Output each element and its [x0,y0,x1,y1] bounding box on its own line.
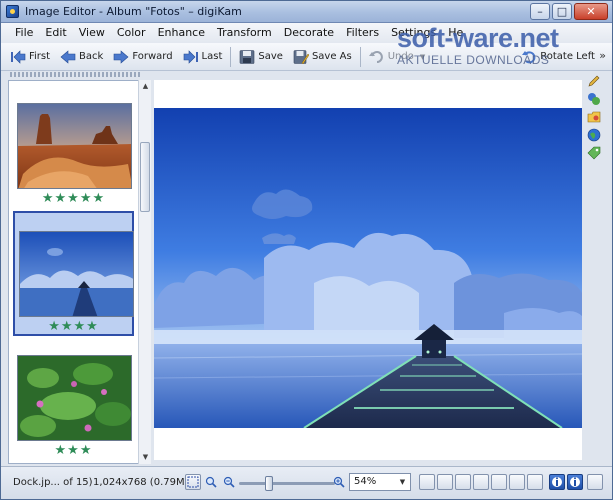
toolbar-separator [359,46,361,67]
menu-bar: File Edit View Color Enhance Transform D… [1,23,612,43]
zoom-level-select[interactable]: 54% ▼ [349,473,411,491]
first-label: First [29,51,51,62]
digikam-icon [6,5,19,18]
menu-help[interactable]: He [442,23,469,43]
view-mode-button-4[interactable] [473,474,489,490]
fit-to-window-button[interactable] [185,474,201,490]
menu-color[interactable]: Color [111,23,152,43]
zoom-out-icon[interactable] [223,476,235,488]
thumbnail-rating[interactable]: ★★★ [13,443,134,458]
thumbnail-panel: ★★★★★ ★★★★ ★★★ [8,80,151,464]
folder-icon[interactable] [587,110,601,124]
save-button[interactable]: Save [234,45,288,69]
menu-file[interactable]: File [9,23,39,43]
undo-label: Undo [387,51,414,62]
toolbar-separator [230,46,232,67]
menu-view[interactable]: View [73,23,111,43]
maximize-button[interactable]: □ [552,3,572,20]
close-button[interactable]: ✕ [574,3,608,20]
save-as-button[interactable]: Save As [288,45,357,69]
pencil-icon[interactable] [587,74,601,88]
window-controls: – □ ✕ [530,3,608,20]
menu-settings[interactable]: Settings [385,23,442,43]
arrow-left-icon [60,49,76,64]
thumbnail-desert[interactable]: ★★★★★ [13,99,134,209]
window-title: Image Editor - Album "Fotos" – digiKam [25,5,242,18]
last-label: Last [201,51,223,62]
image-editor-window: Image Editor - Album "Fotos" – digiKam –… [0,0,613,500]
view-mode-button-6[interactable] [509,474,525,490]
forward-button[interactable]: Forward [108,45,177,69]
save-label: Save [258,51,283,62]
thumbnail-image [17,355,132,441]
menu-decorate[interactable]: Decorate [278,23,340,43]
zoom-slider-handle[interactable] [265,476,273,491]
rotate-left-label: Rotate Left [540,51,595,62]
thumbnail-dock[interactable]: ★★★★ [13,211,134,336]
main-photo[interactable] [154,108,582,428]
first-button[interactable]: First [5,45,55,69]
toolbar-overflow-button[interactable]: » [599,49,606,62]
image-canvas[interactable] [154,80,582,460]
thumbnail-flowers[interactable]: ★★★ [13,351,134,461]
title-bar[interactable]: Image Editor - Album "Fotos" – digiKam –… [1,1,612,23]
menu-enhance[interactable]: Enhance [152,23,211,43]
status-extra-button[interactable] [587,474,603,490]
rotate-left-button[interactable]: Rotate Left [516,45,600,69]
floppy-pencil-icon [293,49,309,64]
scroll-thumb[interactable] [140,142,150,212]
view-mode-button-2[interactable] [437,474,453,490]
arrow-right-icon [113,49,129,64]
thumbnail-scrollbar[interactable]: ▲ ▼ [138,80,151,464]
menu-filters[interactable]: Filters [340,23,385,43]
main-toolbar: First Back Forward Last Save Save As Und… [1,43,612,71]
menu-transform[interactable]: Transform [211,23,278,43]
rotate-left-icon [521,50,537,64]
forward-label: Forward [132,51,173,62]
scroll-down-button[interactable]: ▼ [139,451,152,464]
fit-window-icon [187,476,199,488]
floppy-icon [239,49,255,64]
view-mode-button-5[interactable] [491,474,507,490]
view-mode-button-1[interactable] [419,474,435,490]
underexposure-indicator-button[interactable] [549,474,565,490]
thumbnail-image [19,231,134,317]
back-label: Back [79,51,104,62]
view-mode-button-7[interactable] [527,474,543,490]
status-bar: Dock.jp... of 15) 1,024x768 (0.79Mpx) 54… [1,466,612,499]
info-icon [570,477,580,487]
info-icon [552,477,562,487]
thumbnail-rating[interactable]: ★★★★ [15,319,132,334]
arrow-right-bar-icon [183,49,199,64]
chevron-down-icon[interactable]: ▼ [420,53,425,61]
zoom-in-icon[interactable] [333,476,345,488]
undo-button[interactable]: Undo ▼ [364,45,431,69]
zoom-slider[interactable] [239,476,335,491]
thumbnail-rating[interactable]: ★★★★★ [13,191,134,206]
back-button[interactable]: Back [55,45,108,69]
zoom-level-value: 54% [354,476,377,487]
scroll-up-button[interactable]: ▲ [139,80,152,93]
zoom-in-icon[interactable] [205,476,217,488]
thumbnail-image [17,103,132,189]
chevron-down-icon: ▼ [399,478,406,486]
last-button[interactable]: Last [178,45,228,69]
status-filename: Dock.jp... of 15) [13,477,93,488]
tag-icon[interactable] [587,146,601,160]
color-picker-icon[interactable] [587,92,601,106]
save-as-label: Save As [311,51,352,62]
view-mode-button-3[interactable] [455,474,471,490]
menu-edit[interactable]: Edit [39,23,72,43]
undo-icon [368,50,385,64]
overexposure-indicator-button[interactable] [567,474,583,490]
right-tool-strip [584,72,606,162]
globe-icon[interactable] [587,128,601,142]
minimize-button[interactable]: – [530,3,550,20]
thumbnail-panel-grip[interactable] [10,72,141,77]
arrow-left-bar-icon [10,49,26,64]
